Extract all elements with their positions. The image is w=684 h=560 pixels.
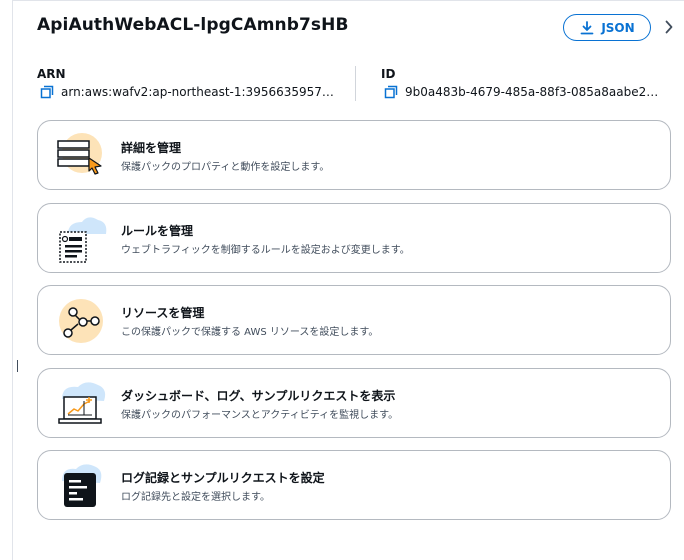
manage-rules-card[interactable]: ルールを管理 ウェブトラフィックを制御するルールを設定および変更します。 xyxy=(37,203,671,273)
copy-icon[interactable] xyxy=(384,85,398,99)
page-title: ApiAuthWebACL-lpgCAmnb7sHB xyxy=(37,15,349,35)
json-button-label: JSON xyxy=(601,20,635,35)
manage-resources-card[interactable]: リソースを管理 この保護パックで保護する AWS リソースを設定します。 xyxy=(37,285,671,355)
logging-config-card[interactable]: ログ記録とサンプルリクエストを設定 ログ記録先と設定を選択します。 xyxy=(37,450,671,520)
copy-icon[interactable] xyxy=(40,85,54,99)
card-title: リソースを管理 xyxy=(121,306,205,320)
card-description: ログ記録先と設定を選択します。 xyxy=(121,492,270,503)
card-title: ルールを管理 xyxy=(121,224,194,238)
arn-value-row: arn:aws:wafv2:ap-northeast-1:3956635957… xyxy=(40,85,340,99)
card-description: 保護パックのプロパティと動作を設定します。 xyxy=(121,162,330,173)
id-value-row: 9b0a483b-4679-485a-88f3-085a8aabe2… xyxy=(384,85,674,99)
card-title: 詳細を管理 xyxy=(121,141,182,155)
details-list-icon xyxy=(57,133,102,175)
logging-terminal-icon xyxy=(62,464,102,507)
dashboard-laptop-icon xyxy=(58,382,106,424)
card-description: この保護パックで保護する AWS リソースを設定します。 xyxy=(121,327,379,338)
card-title: ログ記録とサンプルリクエストを設定 xyxy=(121,471,325,485)
rules-document-icon xyxy=(59,217,107,263)
card-title: ダッシュボード、ログ、サンプルリクエストを表示 xyxy=(121,389,396,403)
download-icon xyxy=(580,20,594,34)
card-description: 保護パックのパフォーマンスとアクティビティを監視します。 xyxy=(121,410,399,421)
json-download-button[interactable]: JSON xyxy=(563,14,651,41)
manage-details-card[interactable]: 詳細を管理 保護パックのプロパティと動作を設定します。 xyxy=(37,120,671,190)
card-description: ウェブトラフィックを制御するルールを設定および変更します。 xyxy=(121,245,410,256)
id-label: ID xyxy=(381,67,396,81)
meta-divider xyxy=(355,66,356,101)
resources-network-icon xyxy=(59,299,103,343)
resize-handle[interactable] xyxy=(17,360,18,372)
arn-label: ARN xyxy=(37,67,66,81)
id-value: 9b0a483b-4679-485a-88f3-085a8aabe2… xyxy=(405,85,659,99)
arn-value: arn:aws:wafv2:ap-northeast-1:3956635957… xyxy=(61,85,334,99)
chevron-right-icon[interactable] xyxy=(664,19,674,35)
dashboard-logs-card[interactable]: ダッシュボード、ログ、サンプルリクエストを表示 保護パックのパフォーマンスとアク… xyxy=(37,368,671,438)
